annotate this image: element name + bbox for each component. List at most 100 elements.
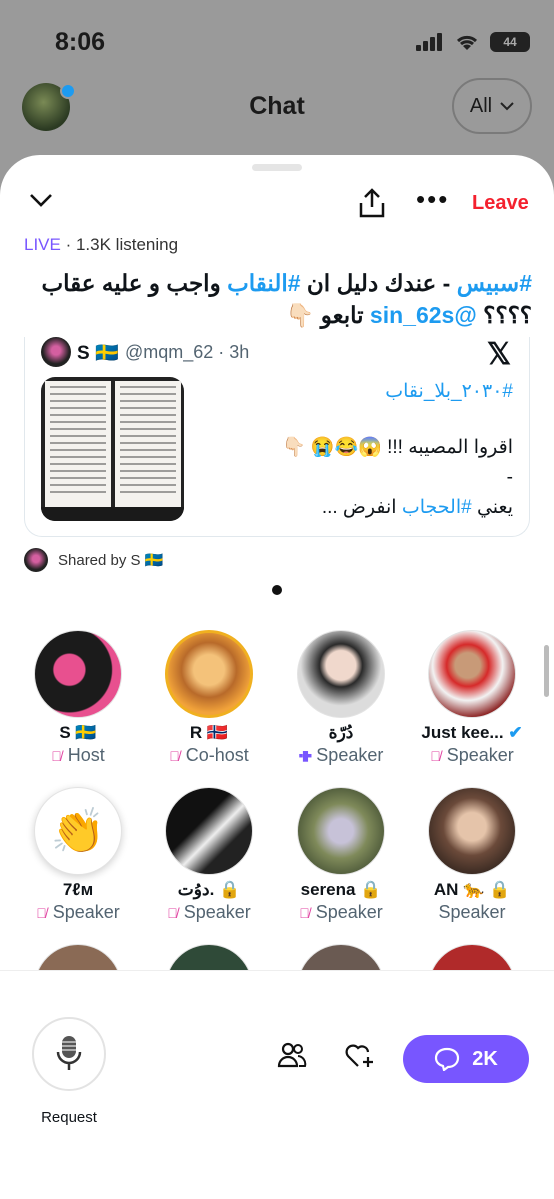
participant-role: 🎙̸ Co-host	[143, 745, 275, 766]
tweet-text: #٢٠٣٠_بلا_نقاب اقروا المصيبه !!! 😱😂😭 👇🏻 …	[195, 377, 513, 523]
screenshot-page-left	[45, 381, 111, 507]
request-label: Request	[41, 1109, 97, 1126]
tweet-line: اقروا المصيبه !!! 😱😂😭 👇🏻	[281, 437, 513, 458]
participant-card[interactable]: 👏 7ℓм 🎙̸ Speaker	[12, 787, 144, 923]
role-label: Co-host	[185, 745, 249, 765]
shared-by-label: Shared by S 🇸🇪	[58, 552, 164, 569]
title-hashtag[interactable]: #النقاب	[227, 270, 300, 296]
title-text: - عندك دليل ان	[300, 270, 457, 296]
shared-by-row: Shared by S 🇸🇪	[24, 548, 163, 572]
live-status: LIVE · 1.3K listening	[24, 235, 178, 255]
filter-dropdown[interactable]: All	[452, 78, 532, 134]
participant-name: serena 🔒	[300, 880, 382, 899]
verified-badge-icon: ✔	[508, 723, 523, 742]
participant-card[interactable]: serena 🔒 🎙̸ Speaker	[275, 787, 407, 923]
chevron-down-icon	[500, 102, 514, 111]
clapping-hands-icon[interactable]: 👏	[34, 787, 122, 875]
space-title: #سبيس - عندك دليل ان #النقاب واجب و عليه…	[20, 267, 532, 331]
filter-label: All	[469, 94, 493, 117]
speaking-indicator-icon: ▪▮▪	[298, 747, 313, 763]
participant-card[interactable]: دُرّة ▪▮▪ Speaker	[275, 630, 407, 766]
more-options-icon[interactable]: •••	[416, 186, 449, 212]
react-heart-plus-icon[interactable]	[344, 1041, 376, 1069]
tweet-image[interactable]	[41, 377, 184, 521]
role-label: Speaker	[183, 902, 251, 922]
title-mention[interactable]: @sin_62s	[370, 302, 477, 328]
status-bar: 8:06 44	[0, 0, 554, 80]
mic-muted-icon: 🎙̸	[169, 747, 180, 764]
mic-muted-icon: 🎙̸	[299, 904, 310, 921]
tweet-line: -	[506, 467, 513, 488]
participant-avatar[interactable]	[297, 630, 385, 718]
mic-muted-icon: 🎙̸	[167, 904, 178, 921]
scrollbar[interactable]	[544, 645, 549, 697]
pinned-tweet-card[interactable]: S 🇸🇪 @mqm_62 · 3h 𝕏 #٢٠٣٠_بلا_نقاب اقروا…	[24, 337, 530, 537]
leave-button[interactable]: Leave	[472, 192, 529, 215]
role-label: Speaker	[315, 902, 383, 922]
title-text: تابعو 👇🏻	[285, 302, 370, 328]
name-text: Just kee...	[421, 723, 504, 742]
participant-role: Speaker	[406, 902, 538, 923]
participant-name: R 🇳🇴	[189, 723, 229, 742]
collapse-chevron-icon[interactable]	[28, 191, 54, 209]
battery-icon: 44	[490, 32, 530, 52]
participant-card[interactable]: Just kee... ✔ 🎙̸ Speaker	[406, 630, 538, 766]
role-label: Speaker	[316, 745, 384, 765]
tweet-hashtag[interactable]: #الحجاب	[402, 497, 472, 518]
mic-muted-icon: 🎙̸	[51, 747, 62, 764]
tweet-hashtag[interactable]: #٢٠٣٠_بلا_نقاب	[195, 377, 513, 407]
status-time: 8:06	[55, 28, 106, 56]
status-icons: 44	[416, 32, 530, 52]
shared-by-avatar	[24, 548, 48, 572]
title-hashtag[interactable]: #سبيس	[457, 270, 532, 296]
chat-count: 2K	[472, 1047, 498, 1070]
space-sheet: ••• Leave LIVE · 1.3K listening #سبيس - …	[0, 155, 554, 1199]
participant-avatar[interactable]	[428, 630, 516, 718]
participant-card[interactable]: R 🇳🇴 🎙̸ Co-host	[143, 630, 275, 766]
share-icon[interactable]	[357, 187, 387, 219]
role-label: Speaker	[438, 902, 506, 922]
participant-avatar[interactable]	[165, 630, 253, 718]
participant-name: Just kee... ✔	[406, 723, 538, 743]
tweet-author-name: S 🇸🇪	[77, 343, 119, 364]
x-logo-icon: 𝕏	[486, 338, 511, 371]
tweet-handle: @mqm_62 · 3h	[125, 342, 250, 362]
participant-name: 7ℓм	[62, 880, 94, 899]
role-label: Host	[67, 745, 105, 765]
chat-button[interactable]: 2K	[403, 1035, 529, 1083]
listener-count: · 1.3K listening	[60, 235, 179, 254]
participant-name: S 🇸🇪	[59, 723, 97, 742]
participant-avatar[interactable]	[165, 787, 253, 875]
signal-icon	[416, 33, 442, 51]
participant-role: 🎙̸ Speaker	[406, 745, 538, 766]
wifi-icon	[456, 35, 478, 50]
participant-role: ▪▮▪ Speaker	[275, 745, 407, 766]
participant-avatar[interactable]	[428, 787, 516, 875]
tweet-line: يعني #الحجاب انفرض ...	[195, 493, 513, 523]
participants-icon[interactable]	[277, 1041, 307, 1069]
participant-name: دوُت. 🔒	[177, 880, 241, 899]
participant-card[interactable]: دوُت. 🔒 🎙̸ Speaker	[143, 787, 275, 923]
mic-muted-icon: 🎙̸	[36, 904, 47, 921]
participant-role: 🎙̸ Speaker	[143, 902, 275, 923]
participant-name: AN 🐆 🔒	[433, 880, 511, 899]
participant-role: 🎙̸ Host	[12, 745, 144, 766]
tweet-avatar[interactable]	[41, 337, 71, 367]
role-label: Speaker	[446, 745, 514, 765]
mic-muted-icon: 🎙̸	[430, 747, 441, 764]
participant-avatar[interactable]	[297, 787, 385, 875]
request-mic-button[interactable]	[32, 1017, 106, 1091]
screenshot-navbar	[41, 507, 184, 521]
tweet-text-part: يعني	[471, 497, 513, 518]
role-label: Speaker	[52, 902, 120, 922]
screenshot-page-right	[115, 381, 181, 507]
sheet-grabber[interactable]	[252, 164, 302, 171]
participant-name: دُرّة	[328, 723, 354, 742]
participant-card[interactable]: S 🇸🇪 🎙̸ Host	[12, 630, 144, 766]
page-indicator-dot	[272, 585, 282, 595]
participant-role: 🎙̸ Speaker	[12, 902, 144, 923]
participant-avatar[interactable]	[34, 630, 122, 718]
participant-card[interactable]: AN 🐆 🔒 Speaker	[406, 787, 538, 923]
live-badge: LIVE	[24, 235, 61, 254]
microphone-icon	[56, 1036, 82, 1070]
